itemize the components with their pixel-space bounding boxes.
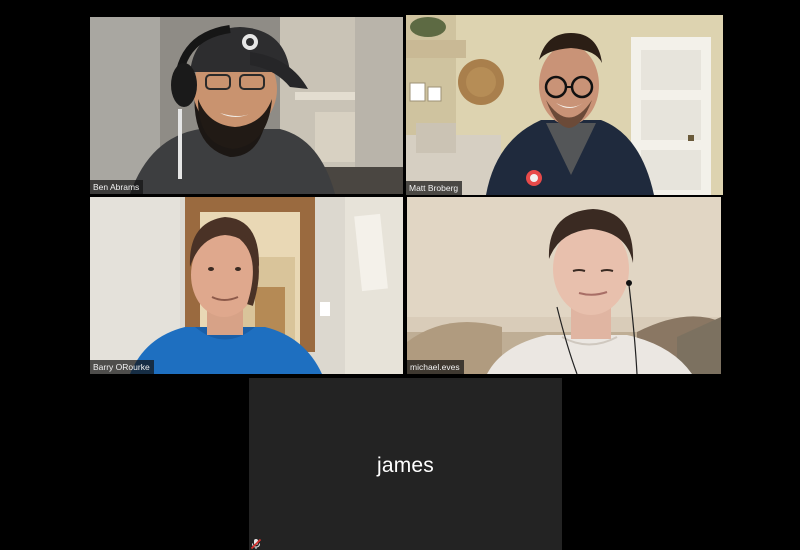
participant-name-label: Ben Abrams <box>90 180 144 194</box>
participant-name-label: michael.eves <box>407 360 464 374</box>
mic-muted-icon <box>250 538 262 550</box>
participant-tile-ben-abrams[interactable]: Ben Abrams <box>90 17 403 194</box>
participant-video <box>407 197 721 374</box>
participant-display-name: james <box>376 454 435 477</box>
participant-video <box>406 15 723 195</box>
participant-tile-barry-orourke[interactable]: Barry ORourke <box>90 197 403 374</box>
participant-name-label: Matt Broberg <box>406 181 463 195</box>
gallery-view: Ben Abrams Matt Broberg Barry ORourke mi… <box>0 0 800 550</box>
participant-tile-matt-broberg[interactable]: Matt Broberg <box>406 15 723 195</box>
participant-video <box>90 17 403 194</box>
participant-video <box>90 197 403 374</box>
participant-tile-james[interactable]: james <box>249 378 562 550</box>
participant-tile-michael-eves[interactable]: michael.eves <box>407 197 721 374</box>
participant-name-label: Barry ORourke <box>90 360 154 374</box>
